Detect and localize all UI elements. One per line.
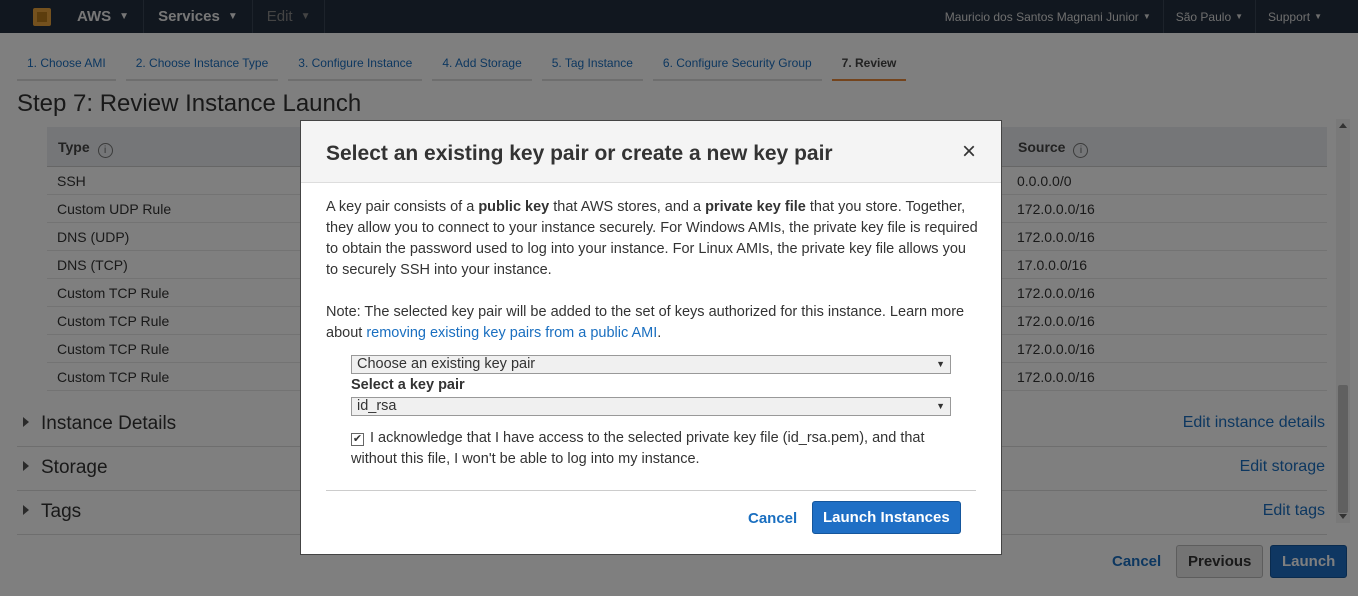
dropdown-arrow-icon: ▼ <box>936 359 945 369</box>
dropdown-arrow-icon: ▼ <box>936 401 945 411</box>
key-pair-value: id_rsa <box>357 398 397 414</box>
close-icon[interactable]: × <box>962 140 976 164</box>
dialog-cancel-button[interactable]: Cancel <box>748 510 797 527</box>
removing-key-pairs-link[interactable]: removing existing key pairs from a publi… <box>366 325 657 341</box>
key-pair-mode-select[interactable]: Choose an existing key pair ▼ <box>351 355 951 374</box>
key-pair-select[interactable]: id_rsa ▼ <box>351 397 951 416</box>
select-key-pair-label: Select a key pair <box>351 377 465 393</box>
text-fragment: that AWS stores, and a <box>549 199 706 215</box>
key-pair-explanation: A key pair consists of a public key that… <box>326 197 978 281</box>
dialog-title: Select an existing key pair or create a … <box>326 142 833 165</box>
dialog-header: Select an existing key pair or create a … <box>301 121 1001 183</box>
bold-term-private-key-file: private key file <box>705 199 806 215</box>
acknowledge-text: I acknowledge that I have access to the … <box>351 430 925 467</box>
key-pair-note: Note: The selected key pair will be adde… <box>326 302 978 344</box>
bold-term-public-key: public key <box>478 199 550 215</box>
dialog-body: A key pair consists of a public key that… <box>326 197 978 344</box>
acknowledge-checkbox[interactable]: ✔ <box>351 433 364 446</box>
text-fragment: . <box>657 325 662 341</box>
key-pair-dialog: Select an existing key pair or create a … <box>300 120 1002 555</box>
launch-instances-button[interactable]: Launch Instances <box>812 501 961 534</box>
text-fragment: A key pair consists of a <box>326 199 479 215</box>
dialog-footer-divider <box>326 490 976 491</box>
key-pair-mode-value: Choose an existing key pair <box>357 356 536 372</box>
acknowledge-row: ✔ I acknowledge that I have access to the… <box>351 428 971 470</box>
